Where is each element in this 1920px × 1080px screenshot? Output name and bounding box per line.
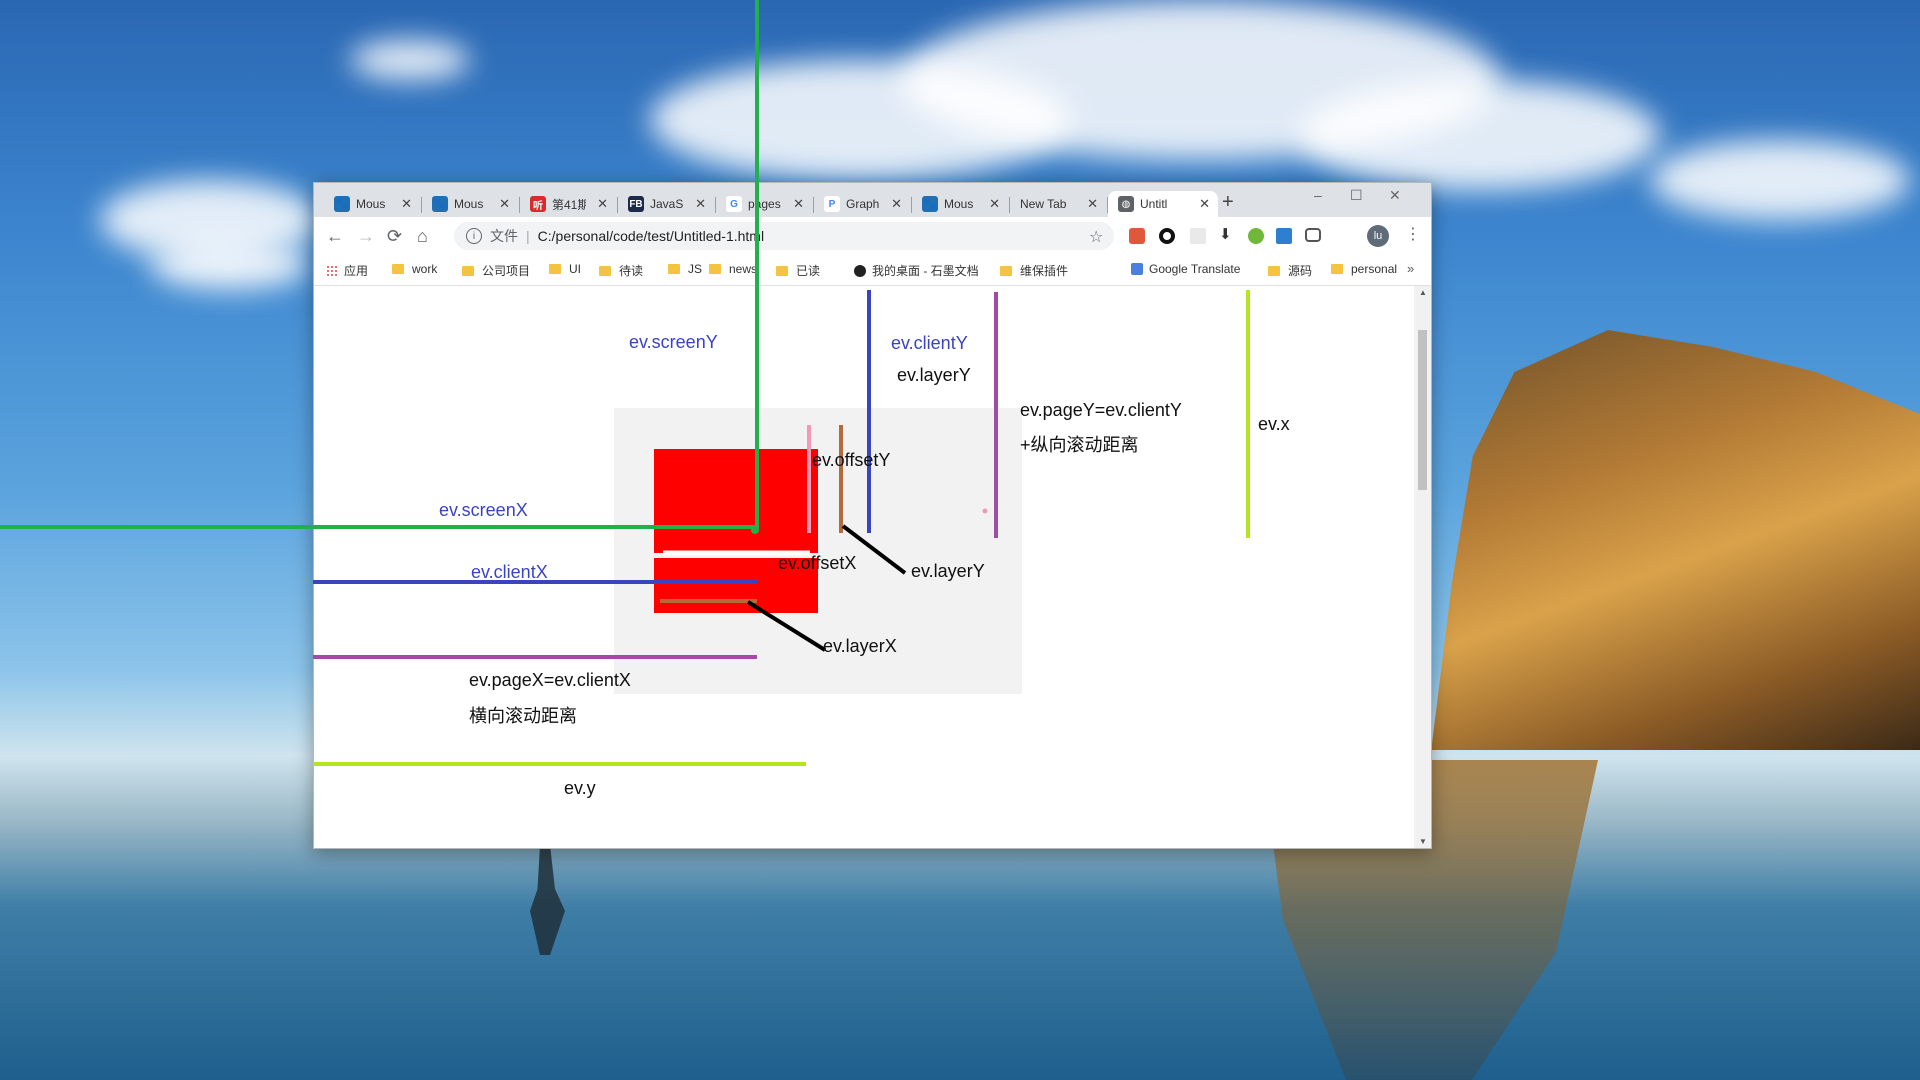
label-screenX: ev.screenX [439, 500, 528, 520]
layerX-pointer [746, 600, 827, 652]
label-layerX: ev.layerX [823, 636, 897, 656]
label-offsetY: ev.offsetY [812, 450, 891, 470]
label-x: ev.x [1258, 414, 1290, 434]
pink-dot [982, 508, 988, 514]
label-pageX-1: ev.pageX=ev.clientX [469, 670, 631, 690]
label-clientX: ev.clientX [471, 562, 548, 582]
label-pageX-2: 横向滚动距离 [469, 706, 577, 726]
label-screenY: ev.screenY [629, 332, 718, 352]
label-y: ev.y [564, 778, 596, 798]
label-offsetX: ev.offsetX [778, 553, 857, 573]
label-clientY: ev.clientY [891, 333, 968, 353]
annotation-lines [0, 0, 1250, 766]
label-pageY-1: ev.pageY=ev.clientY [1020, 400, 1182, 420]
label-layerY-top: ev.layerY [897, 365, 971, 385]
label-layerY-bottom: ev.layerY [911, 561, 985, 581]
mouse-point [751, 526, 759, 534]
label-pageY-2: +纵向滚动距离 [1020, 435, 1139, 455]
